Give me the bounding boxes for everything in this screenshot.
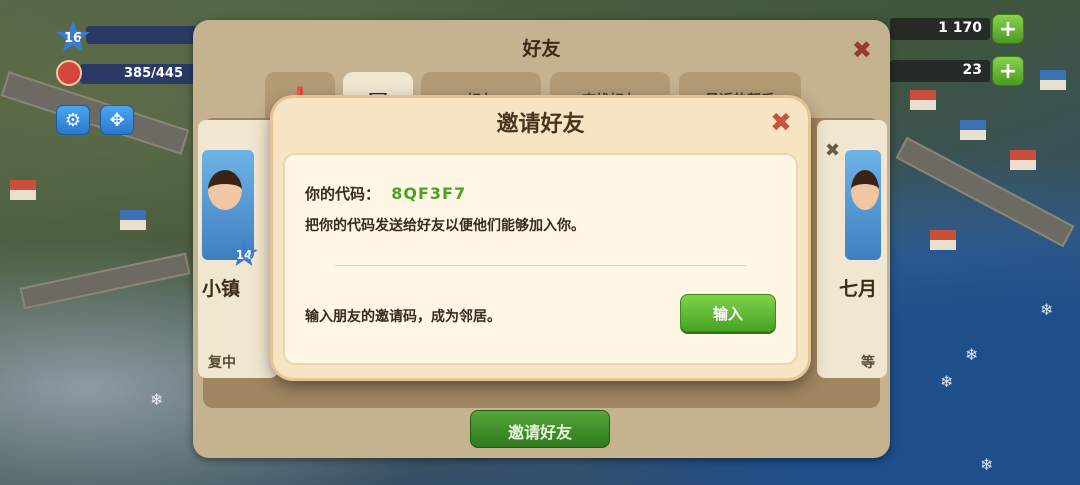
- xp-bar: [86, 26, 206, 44]
- friend-name: 七月: [839, 278, 878, 300]
- enter-code-description: 输入朋友的邀请码，成为邻居。: [305, 309, 501, 325]
- map-building: [910, 90, 936, 110]
- move-arrows-icon: ✥: [109, 109, 125, 131]
- map-road: [19, 252, 191, 310]
- friend-face: [851, 170, 879, 210]
- snowflake-icon: ❄: [1040, 300, 1054, 319]
- map-building: [960, 120, 986, 140]
- gear-icon: ⚙: [64, 109, 82, 131]
- close-x-icon: ✖: [825, 140, 841, 161]
- move-button[interactable]: ✥: [100, 105, 134, 135]
- dialog-title: 邀请好友: [496, 112, 585, 137]
- friend-card[interactable]: 14 小镇 复中: [198, 120, 278, 378]
- your-code-label: 你的代码：: [305, 185, 381, 203]
- snowflake-icon: ❄: [150, 390, 164, 409]
- share-code-description: 把你的代码发送给好友以便他们能够加入你。: [305, 218, 585, 234]
- friend-face: [208, 170, 242, 210]
- snowflake-icon: ❄: [965, 345, 979, 364]
- add-coins-button[interactable]: +: [992, 14, 1024, 44]
- invite-friends-button[interactable]: 邀请好友: [470, 410, 610, 448]
- invite-friends-dialog: 邀请好友 ✖ 你的代码： 8QF3F7 把你的代码发送给好友以便他们能够加入你。…: [273, 98, 808, 378]
- cash-counter: 23: [890, 60, 990, 82]
- friend-card[interactable]: ✖ 七月 等: [817, 120, 887, 378]
- friend-status: 等: [861, 355, 875, 371]
- friend-name: 小镇: [202, 278, 241, 300]
- friends-panel-close-button[interactable]: ✖: [852, 36, 872, 64]
- friend-avatar: [845, 150, 881, 260]
- friend-status: 复中: [208, 355, 236, 371]
- plus-icon: +: [998, 58, 1018, 84]
- dialog-content: 你的代码： 8QF3F7 把你的代码发送给好友以便他们能够加入你。 输入朋友的邀…: [283, 153, 798, 365]
- your-invite-code: 8QF3F7: [391, 184, 467, 203]
- map-building: [120, 210, 146, 230]
- your-code-row: 你的代码： 8QF3F7: [305, 183, 466, 204]
- population-icon: [56, 60, 82, 86]
- add-cash-button[interactable]: +: [992, 56, 1024, 86]
- plus-icon: +: [998, 16, 1018, 42]
- friends-panel-title: 好友: [522, 38, 561, 60]
- map-building: [1010, 150, 1036, 170]
- coins-counter: 1 170: [890, 18, 990, 40]
- friend-avatar: [202, 150, 254, 260]
- settings-button[interactable]: ⚙: [56, 105, 90, 135]
- close-x-icon: ✖: [851, 36, 872, 64]
- remove-friend-button[interactable]: ✖: [825, 140, 840, 161]
- divider: [335, 265, 746, 266]
- close-x-icon: ✖: [770, 108, 792, 138]
- map-building: [1040, 70, 1066, 90]
- snowflake-icon: ❄: [980, 455, 994, 474]
- map-building: [930, 230, 956, 250]
- map-road: [895, 136, 1075, 248]
- enter-code-button[interactable]: 输入: [680, 294, 776, 332]
- dialog-close-button[interactable]: ✖: [768, 110, 794, 136]
- snowflake-icon: ❄: [940, 372, 954, 391]
- population-counter: 385/445: [80, 64, 210, 84]
- map-building: [10, 180, 36, 200]
